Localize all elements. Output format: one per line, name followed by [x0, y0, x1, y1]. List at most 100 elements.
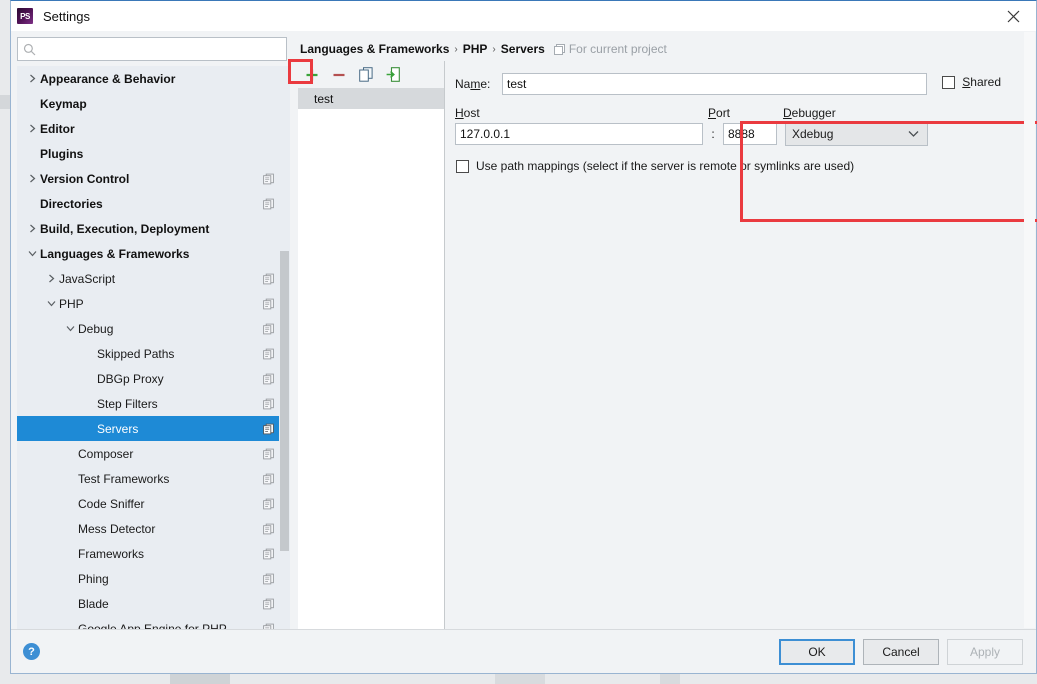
- server-list[interactable]: test: [298, 88, 444, 629]
- project-scope-icon: [263, 548, 274, 559]
- project-scope-icon: [263, 573, 274, 584]
- search-icon-svg: [23, 43, 36, 55]
- help-button[interactable]: ?: [23, 643, 40, 660]
- ide-backdrop-tab-3: [660, 674, 680, 684]
- project-scope-icon: [263, 598, 274, 609]
- shared-row[interactable]: Shared: [942, 75, 1001, 89]
- server-list-item[interactable]: test: [298, 88, 444, 109]
- tree-scrollbar-track[interactable]: [279, 66, 290, 629]
- host-port-labels: Host Port Debugger: [455, 106, 1031, 120]
- sidebar-item-plugins[interactable]: Plugins: [17, 141, 290, 166]
- sidebar-item-step-filters[interactable]: Step Filters: [17, 391, 290, 416]
- chevron-down-icon[interactable]: [25, 249, 40, 258]
- copy-icon: [263, 548, 274, 559]
- sidebar-item-languages-frameworks[interactable]: Languages & Frameworks: [17, 241, 290, 266]
- sidebar-item-dbgp-proxy[interactable]: DBGp Proxy: [17, 366, 290, 391]
- breadcrumb-part-0[interactable]: Languages & Frameworks: [300, 42, 449, 56]
- path-mappings-row[interactable]: Use path mappings (select if the server …: [456, 159, 1031, 173]
- debugger-select[interactable]: Xdebug: [785, 122, 928, 146]
- ok-button[interactable]: OK: [779, 638, 855, 665]
- ide-backdrop-tab-2: [495, 674, 545, 684]
- sidebar-item-javascript[interactable]: JavaScript: [17, 266, 290, 291]
- sidebar-item-mess-detector[interactable]: Mess Detector: [17, 516, 290, 541]
- settings-tree[interactable]: Appearance & Behavior Keymap Editor Plugins…: [17, 66, 290, 629]
- dialog-scrollbar[interactable]: [1024, 32, 1035, 628]
- path-mappings-checkbox[interactable]: [456, 159, 469, 173]
- port-label: Port: [708, 106, 731, 120]
- copy-icon: [263, 498, 274, 509]
- import-server-button[interactable]: [383, 65, 403, 85]
- search-input[interactable]: [36, 39, 286, 59]
- sidebar-item-version-control[interactable]: Version Control: [17, 166, 290, 191]
- project-scope-icon: [263, 498, 274, 509]
- sidebar-item-debug[interactable]: Debug: [17, 316, 290, 341]
- breadcrumb-separator-1: ›: [492, 43, 496, 55]
- project-scope-icon: [263, 473, 274, 484]
- settings-navigation-panel: Appearance & Behavior Keymap Editor Plugins…: [11, 31, 290, 629]
- project-scope-label: For current project: [553, 42, 667, 56]
- project-scope-icon: [263, 523, 274, 534]
- chevron-right-icon: [30, 124, 36, 133]
- breadcrumb-part-1[interactable]: PHP: [463, 42, 488, 56]
- sidebar-item-keymap[interactable]: Keymap: [17, 91, 290, 116]
- chevron-right-icon[interactable]: [25, 224, 40, 233]
- screen: PS Settings Appearance & Behavior Keymap…: [0, 0, 1037, 684]
- project-scope-icon: [263, 348, 274, 359]
- name-input[interactable]: [502, 73, 927, 95]
- breadcrumb-separator-0: ›: [454, 43, 458, 55]
- chevron-right-icon[interactable]: [44, 274, 59, 283]
- sidebar-item-label: Directories: [40, 196, 103, 211]
- sidebar-item-skipped-paths[interactable]: Skipped Paths: [17, 341, 290, 366]
- settings-content-panel: Languages & Frameworks › PHP › Servers F…: [290, 31, 1037, 629]
- project-scope-text: For current project: [568, 42, 667, 56]
- sidebar-item-label: Google App Engine for PHP: [78, 621, 227, 630]
- shared-checkbox[interactable]: [942, 75, 956, 89]
- chevron-right-icon[interactable]: [25, 174, 40, 183]
- copy-icon: [263, 598, 274, 609]
- sidebar-item-php[interactable]: PHP: [17, 291, 290, 316]
- copy-icon: [263, 173, 274, 184]
- sidebar-item-phing[interactable]: Phing: [17, 566, 290, 591]
- remove-server-button[interactable]: [329, 65, 349, 85]
- copy-server-button[interactable]: [356, 65, 376, 85]
- sidebar-item-directories[interactable]: Directories: [17, 191, 290, 216]
- sidebar-item-test-frameworks[interactable]: Test Frameworks: [17, 466, 290, 491]
- sidebar-item-editor[interactable]: Editor: [17, 116, 290, 141]
- sidebar-item-frameworks[interactable]: Frameworks: [17, 541, 290, 566]
- server-list-toolbar: [298, 61, 444, 88]
- chevron-right-icon[interactable]: [25, 124, 40, 133]
- sidebar-item-composer[interactable]: Composer: [17, 441, 290, 466]
- window-title: Settings: [43, 8, 90, 24]
- host-label: Host: [455, 106, 480, 120]
- cancel-button[interactable]: Cancel: [863, 638, 939, 665]
- project-scope-icon: [263, 173, 274, 184]
- apply-button: Apply: [947, 638, 1023, 665]
- copy-icon: [263, 273, 274, 284]
- sidebar-item-blade[interactable]: Blade: [17, 591, 290, 616]
- search-box[interactable]: [17, 37, 287, 61]
- chevron-right-icon: [30, 224, 36, 233]
- host-input[interactable]: [455, 123, 703, 145]
- sidebar-item-label: Blade: [78, 596, 109, 611]
- tree-scrollbar-thumb[interactable]: [280, 251, 289, 551]
- chevron-down-icon[interactable]: [44, 299, 59, 308]
- sidebar-item-servers[interactable]: Servers: [17, 416, 290, 441]
- chevron-down-icon[interactable]: [63, 324, 78, 333]
- chevron-down-icon: [28, 251, 37, 257]
- sidebar-item-label: Build, Execution, Deployment: [40, 221, 210, 236]
- copy-icon: [359, 67, 373, 82]
- import-icon: [386, 67, 400, 82]
- sidebar-item-google-app-engine-for-php[interactable]: Google App Engine for PHP: [17, 616, 290, 629]
- project-scope-icon: [263, 298, 274, 309]
- sidebar-item-label: Keymap: [40, 96, 87, 111]
- port-input[interactable]: [723, 123, 777, 145]
- add-server-button[interactable]: [302, 65, 322, 85]
- chevron-right-icon[interactable]: [25, 74, 40, 83]
- sidebar-item-build-execution-deployment[interactable]: Build, Execution, Deployment: [17, 216, 290, 241]
- project-scope-icon: [263, 423, 274, 434]
- project-scope-icon: [263, 198, 274, 209]
- sidebar-item-appearance-behavior[interactable]: Appearance & Behavior: [17, 66, 290, 91]
- sidebar-item-code-sniffer[interactable]: Code Sniffer: [17, 491, 290, 516]
- breadcrumb-part-2[interactable]: Servers: [501, 42, 545, 56]
- close-icon[interactable]: [990, 1, 1036, 31]
